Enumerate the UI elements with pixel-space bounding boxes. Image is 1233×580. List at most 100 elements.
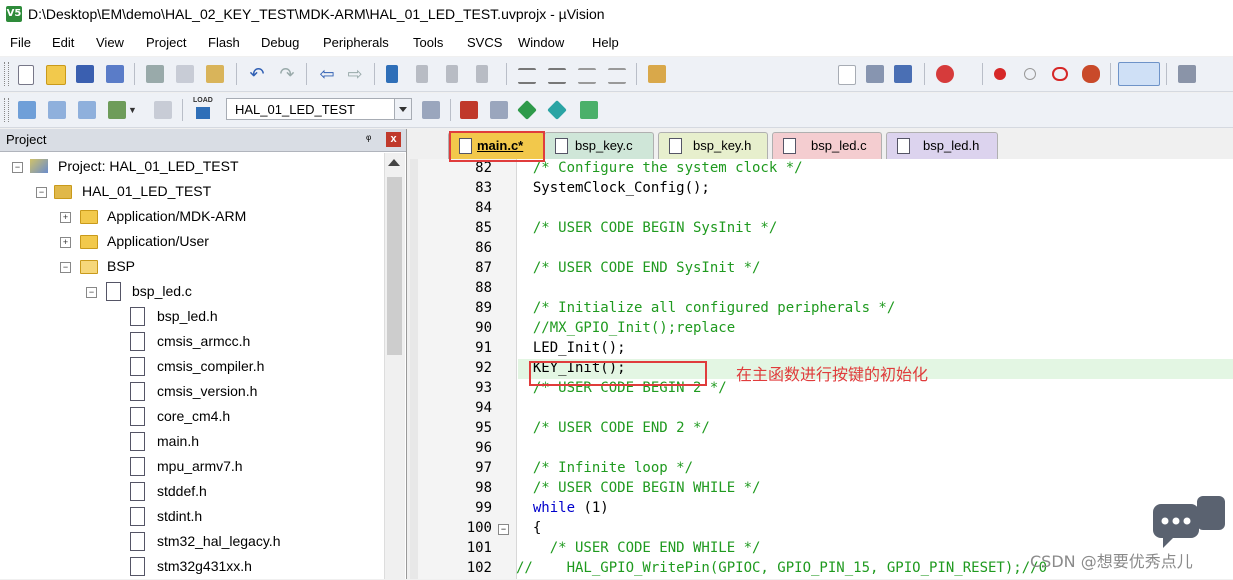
code-line[interactable]: 87 /* USER CODE END SysInit */ [410,259,1233,279]
select-software-packs-icon[interactable] [547,100,567,120]
project-vertical-scrollbar[interactable] [384,153,405,579]
menu-flash[interactable]: Flash [208,35,240,50]
find-in-files-icon[interactable] [648,65,666,83]
code-line[interactable]: 99 while (1) [410,499,1233,519]
tree-item-file[interactable]: cmsis_compiler.h [0,355,380,380]
tree-item-file[interactable]: main.h [0,430,380,455]
tree-item-file[interactable]: mpu_armv7.h [0,455,380,480]
chevron-down-icon[interactable]: ▼ [128,105,137,115]
tree-item-group[interactable]: + Application/User [0,230,380,255]
rebuild-icon[interactable] [78,101,96,119]
code-line[interactable]: 100 { [410,519,1233,539]
build-icon[interactable] [48,101,66,119]
scrollbar-thumb[interactable] [387,177,402,355]
find-icon[interactable] [866,65,884,83]
insert-breakpoint-icon[interactable] [994,68,1006,80]
menu-file[interactable]: File [10,35,31,50]
collapse-icon[interactable]: − [12,162,23,173]
code-line[interactable]: 85 /* USER CODE BEGIN SysInit */ [410,219,1233,239]
translate-icon[interactable] [18,101,36,119]
prev-bookmark-icon[interactable] [416,65,428,83]
kill-breakpoints-icon[interactable] [1082,65,1100,83]
next-bookmark-icon[interactable] [446,65,458,83]
code-line[interactable]: 88 [410,279,1233,299]
cut-icon[interactable] [146,65,164,83]
comment-icon[interactable] [578,68,596,84]
menu-tools[interactable]: Tools [413,35,443,50]
toolbar-grip[interactable] [4,98,9,122]
code-line[interactable]: 90 //MX_GPIO_Init();replace [410,319,1233,339]
new-file-icon[interactable] [18,65,34,85]
chevron-down-icon[interactable] [394,99,411,119]
code-line[interactable]: 98 /* USER CODE BEGIN WHILE */ [410,479,1233,499]
unindent-icon[interactable] [548,68,566,84]
tree-item-file[interactable]: stddef.h [0,480,380,505]
pack-installer-icon[interactable] [580,101,598,119]
pin-icon[interactable]: ᵠ [366,132,371,146]
code-line[interactable]: 83 SystemClock_Config(); [410,179,1233,199]
menu-peripherals[interactable]: Peripherals [323,35,389,50]
batch-build-icon[interactable] [108,101,126,119]
navigate-back-icon[interactable]: ⇦ [318,65,336,83]
menu-help[interactable]: Help [592,35,619,50]
tree-item-file[interactable]: − bsp_led.c [0,280,380,305]
navigate-forward-icon[interactable]: ⇨ [346,65,364,83]
menu-edit[interactable]: Edit [52,35,74,50]
save-all-icon[interactable] [106,65,124,83]
manage-run-time-environment-icon[interactable] [517,100,537,120]
collapse-icon[interactable]: − [60,262,71,273]
tree-item-target[interactable]: − HAL_01_LED_TEST [0,180,380,205]
tab-bsp-key-h[interactable]: bsp_key.h [658,132,768,159]
copy-icon[interactable] [176,65,194,83]
tree-item-project[interactable]: − Project: HAL_01_LED_TEST [0,155,380,180]
code-line[interactable]: 95 /* USER CODE END 2 */ [410,419,1233,439]
tree-item-file[interactable]: cmsis_version.h [0,380,380,405]
uncomment-icon[interactable] [608,68,626,84]
target-options-icon[interactable] [422,101,440,119]
toolbar-grip[interactable] [4,62,9,86]
close-icon[interactable]: x [386,132,401,147]
tree-item-file[interactable]: cmsis_armcc.h [0,330,380,355]
collapse-icon[interactable]: − [36,187,47,198]
manage-project-items-icon[interactable] [460,101,478,119]
tree-item-file[interactable]: core_cm4.h [0,405,380,430]
redo-icon[interactable]: ↷ [278,65,296,83]
enable-breakpoint-icon[interactable] [1024,68,1036,80]
tree-item-file[interactable]: stm32_hal_legacy.h [0,530,380,555]
code-line[interactable]: 82 /* Configure the system clock */ [410,159,1233,179]
code-line[interactable]: 84 [410,199,1233,219]
tab-bsp-led-c[interactable]: bsp_led.c [772,132,882,159]
expand-icon[interactable]: + [60,212,71,223]
code-line[interactable]: 97 /* Infinite loop */ [410,459,1233,479]
tab-bsp-led-h[interactable]: bsp_led.h [886,132,998,159]
menu-debug[interactable]: Debug [261,35,299,50]
stop-build-icon[interactable] [154,101,172,119]
code-line[interactable]: 94 [410,399,1233,419]
code-line[interactable]: 96 [410,439,1233,459]
menu-project[interactable]: Project [146,35,186,50]
paste-icon[interactable] [206,65,224,83]
tree-item-group[interactable]: − BSP [0,255,380,280]
tree-item-group[interactable]: + Application/MDK-ARM [0,205,380,230]
find-dropdown-icon[interactable] [838,65,856,85]
scroll-up-icon[interactable] [388,159,400,166]
incremental-find-icon[interactable] [894,65,912,83]
save-icon[interactable] [76,65,94,83]
open-file-icon[interactable] [46,65,66,85]
manage-multi-project-icon[interactable] [490,101,508,119]
tree-item-file[interactable]: stm32g431xx.h [0,555,380,580]
collapse-icon[interactable]: − [86,287,97,298]
undo-icon[interactable]: ↶ [248,65,266,83]
configure-icon[interactable] [1178,65,1196,83]
bookmark-icon[interactable] [386,65,398,83]
code-line[interactable]: 89 /* Initialize all configured peripher… [410,299,1233,319]
code-line[interactable]: 86 [410,239,1233,259]
indent-icon[interactable] [518,68,536,84]
tree-item-file[interactable]: bsp_led.h [0,305,380,330]
menu-window[interactable]: Window [518,35,564,50]
window-layout-icon[interactable] [1118,62,1160,86]
debug-session-icon[interactable] [936,65,954,83]
tree-item-file[interactable]: stdint.h [0,505,380,530]
menu-svcs[interactable]: SVCS [467,35,502,50]
disable-breakpoints-icon[interactable] [1052,67,1068,81]
